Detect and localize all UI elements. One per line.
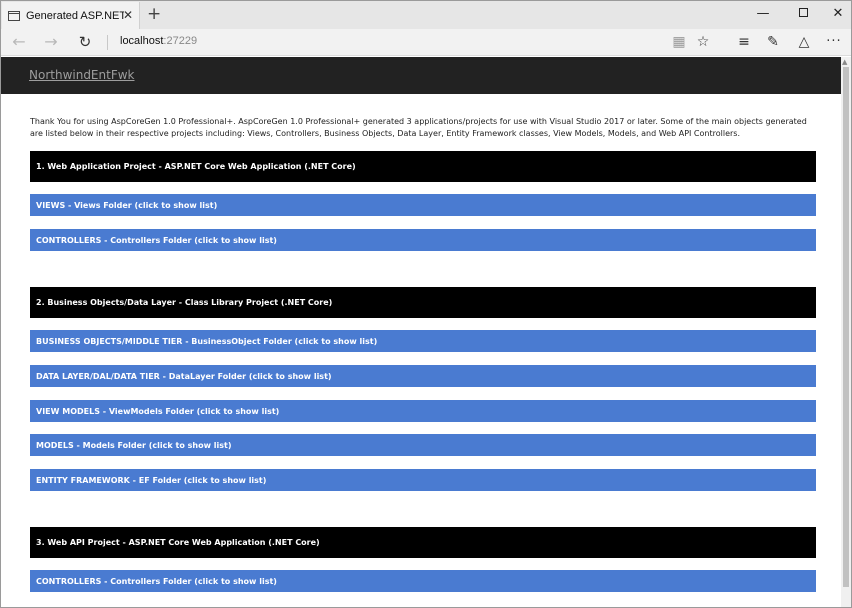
address-divider: [107, 35, 108, 50]
folder-entity-framework[interactable]: ENTITY FRAMEWORK - EF Folder (click to s…: [30, 469, 816, 491]
browser-tab[interactable]: Generated ASP.NET Cor ✕: [2, 2, 140, 29]
section-header-web-api: 3. Web API Project - ASP.NET Core Web Ap…: [30, 527, 816, 558]
folder-models[interactable]: MODELS - Models Folder (click to show li…: [30, 434, 816, 456]
tab-close-icon[interactable]: ✕: [123, 8, 133, 22]
reading-view-icon[interactable]: ▦: [669, 33, 689, 51]
browser-window: Generated ASP.NET Cor ✕ + — ✕ ← → ↻ loca…: [0, 0, 852, 608]
close-window-button[interactable]: ✕: [828, 7, 848, 21]
more-icon[interactable]: ···: [824, 33, 844, 51]
address-host: localhost: [120, 35, 164, 47]
vertical-scrollbar[interactable]: ▲: [841, 57, 851, 607]
new-tab-button[interactable]: +: [147, 5, 161, 23]
folder-views[interactable]: VIEWS - Views Folder (click to show list…: [30, 194, 816, 216]
section-header-web-app: 1. Web Application Project - ASP.NET Cor…: [30, 151, 816, 182]
folder-api-controllers[interactable]: CONTROLLERS - Controllers Folder (click …: [30, 570, 816, 592]
address-field[interactable]: localhost:27229: [120, 35, 197, 47]
page-viewport: NorthwindEntFwk Thank You for using AspC…: [1, 57, 841, 607]
intro-text: Thank You for using AspCoreGen 1.0 Profe…: [30, 117, 807, 138]
maximize-icon: [798, 8, 808, 17]
tab-title: Generated ASP.NET Cor: [26, 9, 124, 22]
address-port: :27229: [163, 35, 198, 47]
back-arrow-icon[interactable]: ←: [9, 33, 29, 51]
favorite-star-icon[interactable]: ☆: [693, 33, 713, 51]
hub-icon[interactable]: ≡: [734, 33, 754, 51]
folder-business-objects[interactable]: BUSINESS OBJECTS/MIDDLE TIER - BusinessO…: [30, 330, 816, 352]
share-icon[interactable]: △: [794, 33, 814, 51]
forward-arrow-icon[interactable]: →: [41, 33, 61, 51]
brand-link[interactable]: NorthwindEntFwk: [29, 68, 135, 82]
scroll-thumb[interactable]: [843, 67, 849, 587]
maximize-button[interactable]: [793, 7, 813, 21]
folder-controllers[interactable]: CONTROLLERS - Controllers Folder (click …: [30, 229, 816, 251]
page-icon: [8, 10, 20, 21]
folder-view-models[interactable]: VIEW MODELS - ViewModels Folder (click t…: [30, 400, 816, 422]
minimize-button[interactable]: —: [753, 7, 773, 21]
refresh-icon[interactable]: ↻: [75, 33, 95, 51]
navigation-bar: ← → ↻ localhost:27229 ▦ ☆ ≡ ✎ △ ···: [1, 29, 851, 56]
section-header-business-objects: 2. Business Objects/Data Layer - Class L…: [30, 287, 816, 318]
scroll-up-arrow-icon[interactable]: ▲: [842, 58, 847, 66]
title-bar: Generated ASP.NET Cor ✕ + — ✕: [1, 1, 851, 29]
folder-data-layer[interactable]: DATA LAYER/DAL/DATA TIER - DataLayer Fol…: [30, 365, 816, 387]
web-note-icon[interactable]: ✎: [763, 33, 783, 51]
site-navbar: NorthwindEntFwk: [1, 57, 841, 94]
